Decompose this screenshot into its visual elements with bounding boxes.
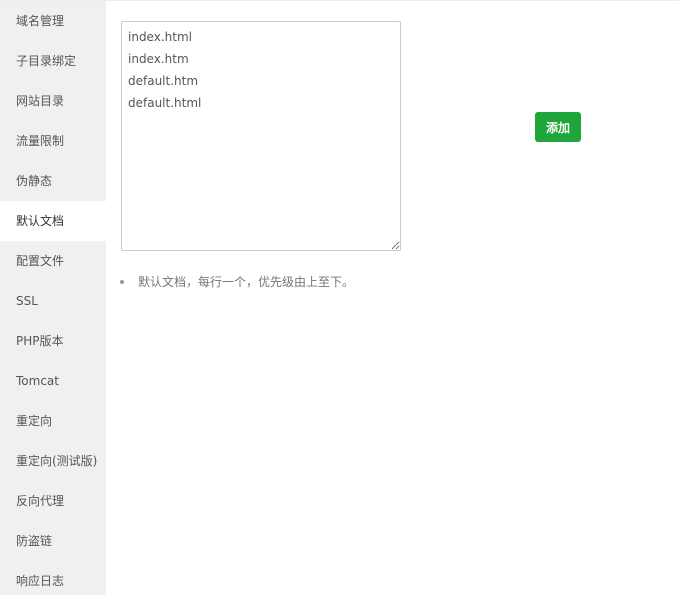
help-text: 默认文档，每行一个，优先级由上至下。 <box>138 275 355 289</box>
default-documents-textarea[interactable]: index.html index.htm default.htm default… <box>121 21 401 251</box>
sidebar-item-response-log[interactable]: 响应日志 <box>0 561 106 595</box>
settings-sidebar: 域名管理 子目录绑定 网站目录 流量限制 伪静态 默认文档 配置文件 SSL P… <box>0 1 106 595</box>
sidebar-item-subdirectory-binding[interactable]: 子目录绑定 <box>0 41 106 81</box>
help-item: 默认文档，每行一个，优先级由上至下。 <box>119 273 354 291</box>
bullet-icon <box>120 280 124 284</box>
sidebar-item-hotlink-protection[interactable]: 防盗链 <box>0 521 106 561</box>
sidebar-item-rewrite[interactable]: 伪静态 <box>0 161 106 201</box>
sidebar-item-config-file[interactable]: 配置文件 <box>0 241 106 281</box>
sidebar-item-redirect[interactable]: 重定向 <box>0 401 106 441</box>
sidebar-item-domain-management[interactable]: 域名管理 <box>0 1 106 41</box>
site-settings-panel: 域名管理 子目录绑定 网站目录 流量限制 伪静态 默认文档 配置文件 SSL P… <box>0 0 679 595</box>
sidebar-item-traffic-limit[interactable]: 流量限制 <box>0 121 106 161</box>
sidebar-item-site-directory[interactable]: 网站目录 <box>0 81 106 121</box>
add-button[interactable]: 添加 <box>535 112 581 142</box>
sidebar-item-redirect-beta[interactable]: 重定向(测试版) <box>0 441 106 481</box>
help-list: 默认文档，每行一个，优先级由上至下。 <box>119 273 354 291</box>
sidebar-item-php-version[interactable]: PHP版本 <box>0 321 106 361</box>
sidebar-item-default-documents[interactable]: 默认文档 <box>0 201 106 241</box>
sidebar-item-reverse-proxy[interactable]: 反向代理 <box>0 481 106 521</box>
default-documents-content: index.html index.htm default.htm default… <box>106 1 679 595</box>
sidebar-item-ssl[interactable]: SSL <box>0 281 106 321</box>
sidebar-item-tomcat[interactable]: Tomcat <box>0 361 106 401</box>
